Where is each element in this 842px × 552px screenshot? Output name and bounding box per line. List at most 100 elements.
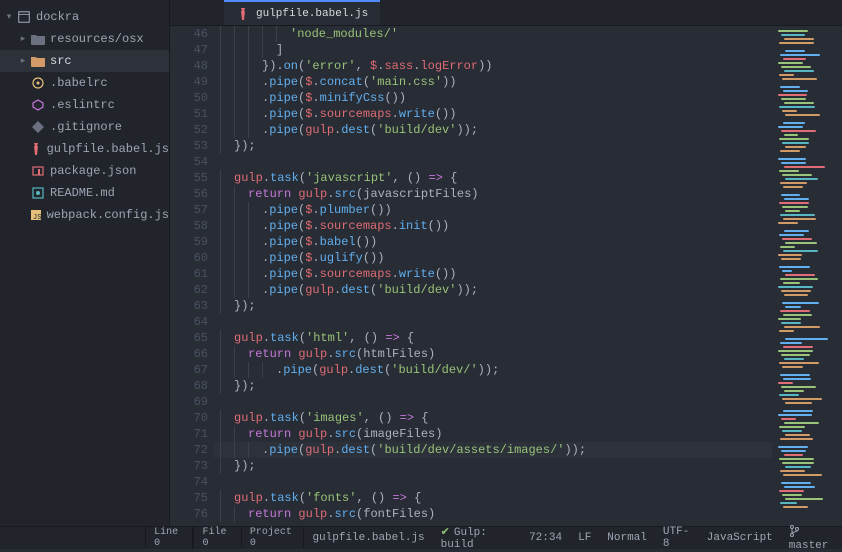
tree-item--babelrc[interactable]: .babelrc	[0, 72, 169, 94]
status-eol[interactable]: LF	[570, 532, 599, 544]
minimap-line	[778, 158, 806, 160]
code-line[interactable]: });	[220, 298, 772, 314]
code-line[interactable]: gulp.task('images', () => {	[220, 410, 772, 426]
minimap-line	[783, 378, 811, 380]
status-gulp[interactable]: ✔Gulp: build	[433, 525, 521, 551]
code-line[interactable]: 'node_modules/'	[220, 26, 772, 42]
code-line[interactable]: .pipe($.plumber())	[220, 202, 772, 218]
line-number: 59	[170, 234, 208, 250]
line-number: 58	[170, 218, 208, 234]
status-language[interactable]: JavaScript	[699, 532, 781, 544]
code-line[interactable]: }).on('error', $.sass.logError))	[220, 58, 772, 74]
line-number: 55	[170, 170, 208, 186]
status-file[interactable]: File 0	[193, 527, 241, 549]
line-number: 54	[170, 154, 208, 170]
tree-item-package-json[interactable]: package.json	[0, 160, 169, 182]
code-line[interactable]: .pipe(gulp.dest('build/dev'));	[220, 282, 772, 298]
line-number: 64	[170, 314, 208, 330]
minimap-line	[780, 86, 800, 88]
code-line[interactable]: .pipe($.uglify())	[220, 250, 772, 266]
status-vim-mode[interactable]: Normal	[599, 532, 655, 544]
tree-item-src[interactable]: ▸src	[0, 50, 169, 72]
status-cursor-pos[interactable]: 72:34	[521, 532, 570, 544]
line-number: 61	[170, 266, 208, 282]
tree-item-webpack-config-js[interactable]: JSwebpack.config.js	[0, 204, 169, 226]
disclosure-arrow: ▸	[18, 56, 28, 66]
minimap-line	[778, 382, 793, 384]
tree-item-label: package.json	[50, 164, 136, 178]
code-line[interactable]: return gulp.src(fontFiles)	[220, 506, 772, 522]
minimap-line	[781, 354, 810, 356]
minimap-line	[784, 294, 808, 296]
code-line[interactable]: });	[220, 378, 772, 394]
code-line[interactable]	[220, 474, 772, 490]
line-number: 74	[170, 474, 208, 490]
line-number: 68	[170, 378, 208, 394]
minimap-line	[779, 234, 804, 236]
minimap-line	[783, 506, 808, 508]
code-line[interactable]: return gulp.src(htmlFiles)	[220, 346, 772, 362]
check-icon: ✔	[441, 527, 450, 539]
line-number: 73	[170, 458, 208, 474]
code-line[interactable]: .pipe($.sourcemaps.init())	[220, 218, 772, 234]
tree-item-resources-osx[interactable]: ▸resources/osx	[0, 28, 169, 50]
code-line[interactable]: .pipe($.babel())	[220, 234, 772, 250]
tree-item-label: .gitignore	[50, 120, 122, 134]
code-line[interactable]: .pipe($.minifyCss())	[220, 90, 772, 106]
tree-item-gulpfile-babel-js[interactable]: gulpfile.babel.js	[0, 138, 169, 160]
code-editor[interactable]: 4647484950515253545556575859606162636465…	[170, 26, 772, 526]
tree-item--gitignore[interactable]: .gitignore	[0, 116, 169, 138]
code-line[interactable]: return gulp.src(imageFiles)	[220, 426, 772, 442]
code-line[interactable]	[220, 394, 772, 410]
status-line[interactable]: Line 0	[146, 527, 193, 549]
status-project[interactable]: Project 0	[242, 527, 305, 549]
minimap[interactable]	[772, 26, 842, 526]
minimap-line	[779, 458, 814, 460]
line-number: 51	[170, 106, 208, 122]
minimap-line	[779, 394, 799, 396]
code-line[interactable]: .pipe($.sourcemaps.write())	[220, 266, 772, 282]
code-line[interactable]: gulp.task('html', () => {	[220, 330, 772, 346]
minimap-line	[785, 498, 823, 500]
minimap-line	[780, 502, 797, 504]
tab-bar: gulpfile.babel.js	[170, 0, 842, 26]
code-line[interactable]: .pipe($.concat('main.css'))	[220, 74, 772, 90]
code-line[interactable]: });	[220, 138, 772, 154]
minimap-line	[781, 386, 816, 388]
tree-item--eslintrc[interactable]: .eslintrc	[0, 94, 169, 116]
status-git-branch[interactable]: master	[781, 525, 842, 552]
minimap-line	[783, 282, 800, 284]
minimap-line	[779, 170, 799, 172]
tree-item-label: .eslintrc	[50, 98, 115, 112]
status-encoding[interactable]: UTF-8	[655, 526, 699, 550]
line-number: 60	[170, 250, 208, 266]
minimap-line	[783, 346, 813, 348]
code-line[interactable]: });	[220, 458, 772, 474]
status-filename[interactable]: gulpfile.babel.js	[304, 532, 432, 544]
code-line[interactable]: gulp.task('javascript', () => {	[220, 170, 772, 186]
code-line[interactable]: return gulp.src(javascriptFiles)	[220, 186, 772, 202]
minimap-line	[779, 106, 815, 108]
line-number: 67	[170, 362, 208, 378]
line-number: 76	[170, 506, 208, 522]
minimap-line	[779, 362, 819, 364]
minimap-line	[778, 62, 803, 64]
minimap-line	[782, 270, 792, 272]
minimap-line	[782, 110, 797, 112]
tree-root[interactable]: ▾ dockra	[0, 6, 169, 28]
code-line[interactable]	[220, 154, 772, 170]
tab-gulpfile[interactable]: gulpfile.babel.js	[224, 0, 380, 25]
code-area[interactable]: 'node_modules/']}).on('error', $.sass.lo…	[214, 26, 772, 526]
minimap-line	[784, 454, 803, 456]
minimap-line	[781, 450, 806, 452]
code-line[interactable]: .pipe(gulp.dest('build/dev/'));	[220, 362, 772, 378]
minimap-line	[780, 342, 802, 344]
code-line[interactable]: gulp.task('fonts', () => {	[220, 490, 772, 506]
minimap-line	[779, 42, 814, 44]
code-line[interactable]	[220, 314, 772, 330]
code-line[interactable]: .pipe(gulp.dest('build/dev'));	[220, 122, 772, 138]
tree-item-README-md[interactable]: README.md	[0, 182, 169, 204]
minimap-line	[784, 486, 815, 488]
code-line[interactable]: ]	[220, 42, 772, 58]
code-line[interactable]: .pipe($.sourcemaps.write())	[220, 106, 772, 122]
